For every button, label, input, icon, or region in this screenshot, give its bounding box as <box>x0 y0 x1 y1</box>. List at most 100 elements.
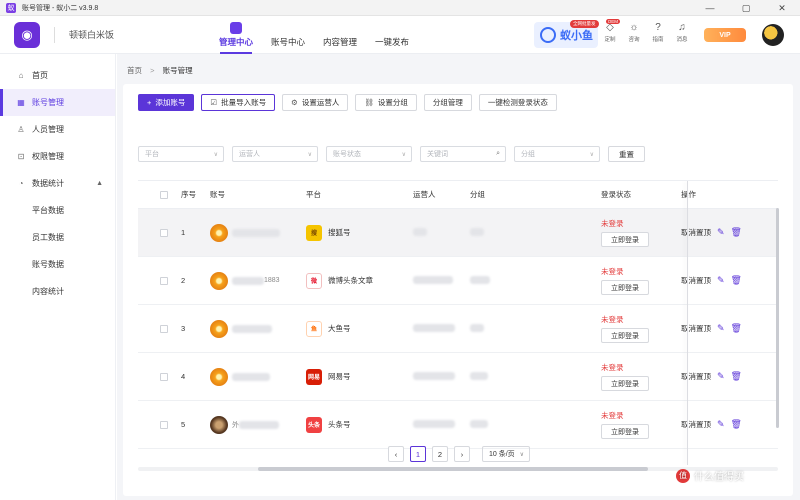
row-checkbox[interactable] <box>160 420 168 429</box>
trash-icon[interactable]: 🗑 <box>731 275 742 286</box>
unpin-link[interactable]: 取消置顶 <box>681 227 711 238</box>
keyword-input[interactable]: 关键词 ⌕ <box>420 146 506 162</box>
login-status: 未登录 <box>601 219 624 228</box>
sidebar-item-staff-management[interactable]: ♙ 人员管理 <box>0 116 115 143</box>
unpin-link[interactable]: 取消置顶 <box>681 371 711 382</box>
button-label: 添加账号 <box>155 98 186 107</box>
search-icon[interactable]: ⌕ <box>496 150 500 158</box>
login-now-button[interactable]: 立即登录 <box>601 232 649 247</box>
set-group-button[interactable]: ⛓ 设置分组 <box>355 94 417 111</box>
messages-button[interactable]: ♫ 消息 <box>670 21 694 43</box>
group-cell <box>470 275 601 286</box>
edit-icon[interactable]: ✎ <box>717 323 725 334</box>
login-now-button[interactable]: 立即登录 <box>601 280 649 295</box>
vip-button[interactable]: VIP <box>704 28 746 42</box>
chevron-down-icon: ∨ <box>401 151 406 158</box>
page-size-value: 10 条/页 <box>489 451 515 458</box>
minimize-button[interactable]: — <box>692 0 728 16</box>
unpin-link[interactable]: 取消置顶 <box>681 275 711 286</box>
page-button[interactable]: 2 <box>432 446 448 462</box>
status-select[interactable]: 账号状态 ∨ <box>326 146 412 162</box>
lock-icon: ⊡ <box>17 152 25 161</box>
scrollbar-thumb[interactable] <box>258 467 648 471</box>
page-size-select[interactable]: 10 条/页 ∨ <box>482 446 530 462</box>
edit-icon[interactable]: ✎ <box>717 275 725 286</box>
group-blurred <box>470 371 488 380</box>
platform-name: 大鱼号 <box>328 324 351 333</box>
sidebar-item-account-management[interactable]: ▦ 账号管理 <box>0 89 115 116</box>
group-icon: ⛓ <box>364 98 374 107</box>
sidebar-item-home[interactable]: ⌂ 首页 <box>0 62 115 89</box>
unpin-link[interactable]: 取消置顶 <box>681 323 711 334</box>
nav-management-center[interactable]: 管理中心 <box>210 16 262 54</box>
edit-icon[interactable]: ✎ <box>717 419 725 430</box>
sidebar-subitem-platform-data[interactable]: 平台数据 <box>0 197 115 224</box>
select-placeholder: 平台 <box>145 151 159 158</box>
group-select[interactable]: 分组 ∨ <box>514 146 600 162</box>
edit-icon[interactable]: ✎ <box>717 227 725 238</box>
table-row[interactable]: 2 1883 微 微博头条文章 未登录 立即登录 取消置顶 ✎ 🗑 <box>138 257 778 305</box>
top-nav: 管理中心 账号中心 内容管理 一键发布 <box>210 16 418 54</box>
nav-one-click-publish[interactable]: 一键发布 <box>366 16 418 54</box>
login-now-button[interactable]: 立即登录 <box>601 424 649 439</box>
prev-page-button[interactable]: ‹ <box>388 446 404 462</box>
set-operator-button[interactable]: ⚙ 设置运营人 <box>282 94 349 111</box>
maximize-button[interactable]: ▢ <box>728 0 764 16</box>
trash-icon[interactable]: 🗑 <box>731 227 742 238</box>
row-checkbox[interactable] <box>160 372 168 381</box>
add-account-button[interactable]: + 添加账号 <box>138 94 195 111</box>
table-row[interactable]: 3 鱼 大鱼号 未登录 立即登录 取消置顶 ✎ 🗑 <box>138 305 778 353</box>
status-cell: 未登录 立即登录 <box>601 314 671 343</box>
group-blurred <box>470 227 484 236</box>
vip-label: VIP <box>719 31 731 39</box>
platform-select[interactable]: 平台 ∨ <box>138 146 224 162</box>
login-now-button[interactable]: 立即登录 <box>601 376 649 391</box>
row-checkbox[interactable] <box>160 276 168 285</box>
table-row[interactable]: 5 外 头条 头条号 未登录 立即登录 取消置顶 ✎ 🗑 <box>138 401 778 449</box>
trash-icon[interactable]: 🗑 <box>731 371 742 382</box>
check-login-button[interactable]: 一键检测登录状态 <box>478 94 557 111</box>
unpin-link[interactable]: 取消置顶 <box>681 419 711 430</box>
next-page-button[interactable]: › <box>454 446 470 462</box>
custom-button[interactable]: ◇ 定制 OEM <box>598 19 622 43</box>
batch-import-button[interactable]: ☑ 批量导入账号 <box>201 94 276 111</box>
header-icons: ◇ 定制 OEM ☼ 咨询 ? 指南 ♫ 消息 <box>598 19 694 43</box>
nav-account-center[interactable]: 账号中心 <box>262 16 314 54</box>
consult-button[interactable]: ☼ 咨询 <box>622 21 646 43</box>
select-all-checkbox[interactable] <box>160 190 168 199</box>
breadcrumb-home[interactable]: 首页 <box>127 66 142 75</box>
user-avatar[interactable] <box>762 24 784 46</box>
table-row[interactable]: 1 搜 搜狐号 未登录 立即登录 取消置顶 ✎ 🗑 <box>138 209 778 257</box>
account-avatar <box>210 319 228 338</box>
sidebar-item-statistics[interactable]: ◔ 数据统计 ▲ <box>0 170 115 197</box>
sidebar-item-permission-management[interactable]: ⊡ 权限管理 <box>0 143 115 170</box>
close-button[interactable]: ✕ <box>764 0 800 16</box>
row-checkbox[interactable] <box>160 324 168 333</box>
promo-text: 蚁小鱼 <box>560 30 593 42</box>
group-cell <box>470 227 601 238</box>
nav-content-management[interactable]: 内容管理 <box>314 16 366 54</box>
operator-select[interactable]: 运营人 ∨ <box>232 146 318 162</box>
promo-icon <box>540 27 556 43</box>
row-select-cell <box>138 324 175 333</box>
table-row[interactable]: 4 网易 网易号 未登录 立即登录 取消置顶 ✎ 🗑 <box>138 353 778 401</box>
trash-icon[interactable]: 🗑 <box>731 323 742 334</box>
group-manage-button[interactable]: 分组管理 <box>423 94 472 111</box>
team-name[interactable]: 顿顿白米饭 <box>69 28 114 41</box>
weibo-icon: 微 <box>306 272 322 289</box>
col-login-status: 登录状态 <box>601 190 631 199</box>
trash-icon[interactable]: 🗑 <box>731 419 742 430</box>
sidebar-subitem-account-data[interactable]: 账号数据 <box>0 251 115 278</box>
row-checkbox[interactable] <box>160 228 168 237</box>
edit-icon[interactable]: ✎ <box>717 371 725 382</box>
nav-label: 内容管理 <box>322 37 357 47</box>
login-status: 未登录 <box>601 267 624 276</box>
page-button[interactable]: 1 <box>410 446 426 462</box>
vertical-scrollbar[interactable] <box>776 208 779 428</box>
sidebar-subitem-staff-data[interactable]: 员工数据 <box>0 224 115 251</box>
guide-button[interactable]: ? 指南 <box>646 21 670 43</box>
sidebar-subitem-content-stats[interactable]: 内容统计 <box>0 278 115 305</box>
platform-name: 头条号 <box>328 420 351 429</box>
reset-button[interactable]: 重置 <box>608 146 645 162</box>
login-now-button[interactable]: 立即登录 <box>601 328 649 343</box>
